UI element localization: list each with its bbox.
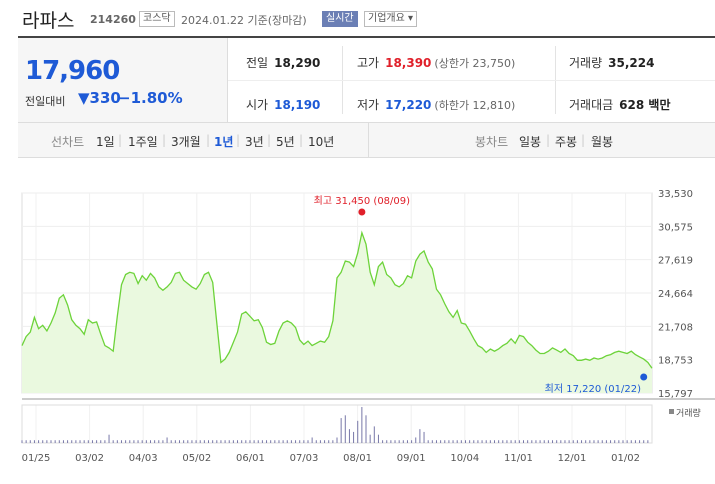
y-tick-label: 15,797 [658, 389, 693, 400]
x-tick-label: 09/01 [397, 453, 426, 464]
y-tick-label: 24,664 [658, 289, 693, 300]
x-tick-label: 01/25 [22, 453, 51, 464]
volume-label: 거래량 [676, 407, 701, 419]
volume-area [21, 404, 653, 444]
volume-legend-icon [669, 409, 674, 414]
y-tick-label: 27,619 [658, 256, 693, 267]
low-marker[interactable] [640, 373, 648, 381]
y-tick-label: 30,575 [658, 222, 693, 233]
y-tick-label: 33,530 [658, 189, 693, 200]
x-tick-label: 06/01 [236, 453, 265, 464]
x-tick-label: 08/01 [343, 453, 372, 464]
x-tick-label: 10/04 [450, 453, 479, 464]
x-tick-label: 01/02 [611, 453, 640, 464]
x-tick-label: 12/01 [558, 453, 587, 464]
x-tick-label: 07/03 [290, 453, 319, 464]
x-tick-label: 11/01 [504, 453, 533, 464]
y-tick-label: 18,753 [658, 356, 693, 367]
price-area-fill [22, 232, 652, 393]
x-tick-label: 04/03 [129, 453, 158, 464]
high-annotation: 최고 31,450 (08/09) [314, 195, 410, 207]
low-annotation: 최저 17,220 (01/22) [545, 383, 641, 395]
x-tick-label: 05/02 [182, 453, 211, 464]
high-marker[interactable] [358, 208, 366, 216]
y-tick-label: 21,708 [658, 322, 693, 333]
price-chart[interactable]: 33,530 30,575 27,619 24,664 21,708 18,753 15,7… [0, 0, 715, 484]
x-tick-label: 03/02 [75, 453, 104, 464]
